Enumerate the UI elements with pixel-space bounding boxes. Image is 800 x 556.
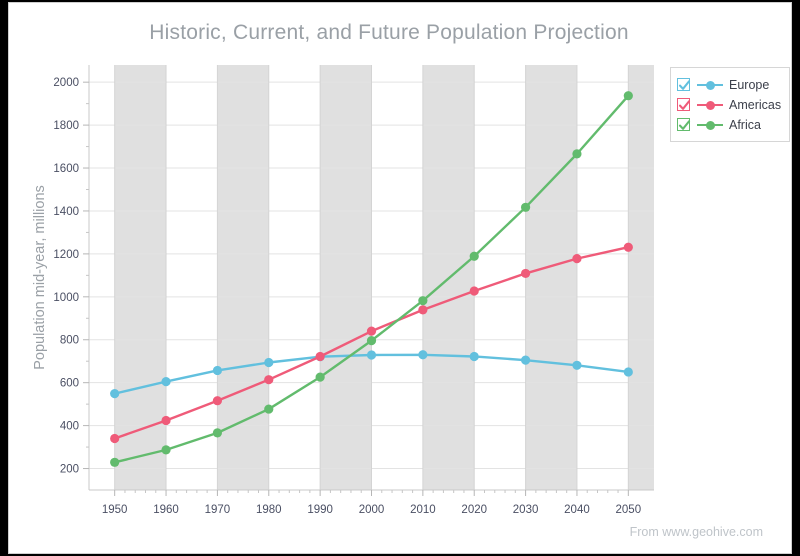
svg-text:Population mid-year, millions: Population mid-year, millions (32, 185, 48, 370)
svg-text:1950: 1950 (102, 504, 128, 516)
legend-marker-europe (697, 79, 723, 91)
svg-text:1600: 1600 (53, 163, 79, 175)
svg-text:1800: 1800 (53, 120, 79, 132)
legend-label-americas: Americas (729, 97, 782, 112)
svg-text:1990: 1990 (307, 504, 333, 516)
legend-marker-africa (697, 119, 723, 131)
svg-text:1980: 1980 (256, 504, 282, 516)
svg-text:800: 800 (60, 335, 79, 347)
svg-text:2050: 2050 (616, 504, 642, 516)
legend-label-europe: Europe (729, 77, 770, 92)
check-icon (678, 120, 691, 130)
chart-legend: Europe Americas Africa (670, 67, 791, 142)
svg-text:2010: 2010 (410, 504, 436, 516)
check-icon (678, 100, 691, 110)
chart-page: Historic, Current, and Future Population… (8, 2, 792, 554)
svg-text:2000: 2000 (53, 77, 79, 89)
svg-text:2040: 2040 (564, 504, 590, 516)
svg-text:1400: 1400 (53, 206, 79, 218)
legend-checkbox-americas[interactable] (677, 98, 691, 111)
svg-text:200: 200 (60, 464, 79, 476)
legend-marker-americas (697, 99, 723, 111)
svg-text:600: 600 (60, 378, 79, 390)
source-attribution: From www.geohive.com (629, 525, 763, 539)
svg-text:1970: 1970 (205, 504, 231, 516)
svg-text:2000: 2000 (359, 504, 385, 516)
legend-item-americas[interactable]: Americas (677, 95, 781, 114)
svg-text:400: 400 (60, 421, 79, 433)
svg-text:2020: 2020 (461, 504, 487, 516)
svg-text:1000: 1000 (53, 292, 79, 304)
legend-checkbox-europe[interactable] (677, 78, 691, 91)
legend-checkbox-africa[interactable] (677, 118, 691, 131)
svg-text:2030: 2030 (513, 504, 539, 516)
svg-text:1200: 1200 (53, 249, 79, 261)
legend-item-europe[interactable]: Europe (677, 75, 781, 94)
legend-label-africa: Africa (729, 117, 761, 132)
legend-item-africa[interactable]: Africa (677, 115, 781, 134)
check-icon (678, 80, 691, 90)
svg-text:1960: 1960 (153, 504, 179, 516)
